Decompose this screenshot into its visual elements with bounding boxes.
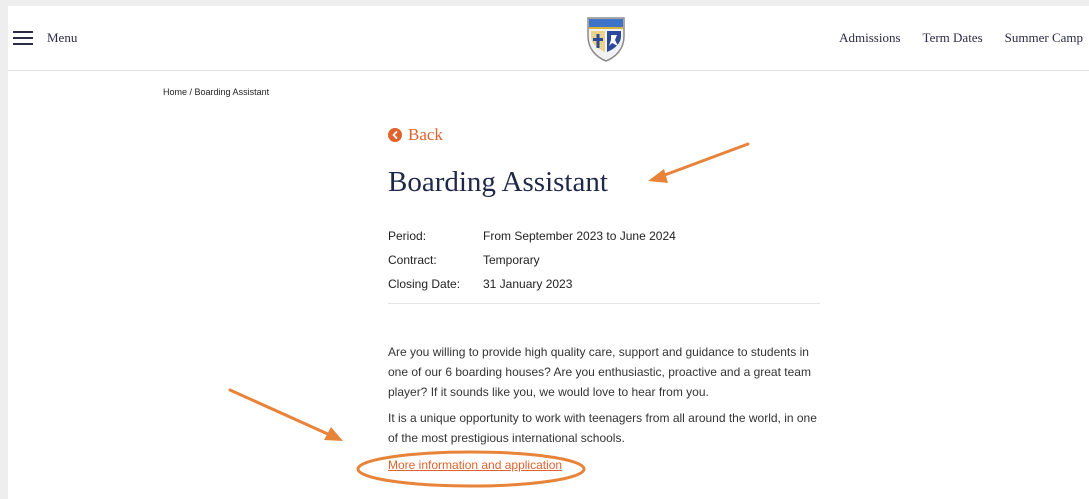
breadcrumb-current: Boarding Assistant (194, 87, 270, 97)
top-navigation: Admissions Term Dates Summer Camp (839, 30, 1083, 46)
detail-value: From September 2023 to June 2024 (483, 229, 676, 243)
site-header: Menu Admissions Term Dates Summer Camp (8, 6, 1089, 71)
page: Menu Admissions Term Dates Summer Camp H… (8, 6, 1089, 499)
detail-label: Period: (388, 229, 427, 243)
breadcrumb: Home / Boarding Assistant (163, 87, 269, 97)
more-information-link[interactable]: More information and application (388, 458, 562, 472)
section-divider (388, 303, 820, 304)
detail-row-contract: Contract: Temporary (388, 248, 676, 272)
back-link[interactable]: Back (388, 125, 443, 145)
page-title: Boarding Assistant (388, 166, 608, 198)
description-paragraph: It is a unique opportunity to work with … (388, 411, 817, 445)
nav-summer-camp[interactable]: Summer Camp (1005, 30, 1083, 46)
detail-row-period: Period: From September 2023 to June 2024 (388, 224, 676, 248)
nav-admissions[interactable]: Admissions (839, 30, 900, 46)
chevron-left-circle-icon (388, 128, 402, 142)
detail-label: Contract: (388, 253, 437, 267)
detail-value: 31 January 2023 (483, 277, 573, 291)
menu-label: Menu (47, 30, 78, 45)
detail-row-closing-date: Closing Date: 31 January 2023 (388, 272, 676, 296)
breadcrumb-home[interactable]: Home (163, 87, 187, 97)
breadcrumb-separator: / (187, 87, 195, 97)
school-crest-logo[interactable] (586, 16, 626, 62)
hamburger-icon (13, 30, 33, 46)
description-paragraph: Are you willing to provide high quality … (388, 345, 811, 399)
detail-label: Closing Date: (388, 277, 461, 291)
back-label: Back (408, 125, 443, 144)
nav-term-dates[interactable]: Term Dates (923, 30, 983, 46)
job-details: Period: From September 2023 to June 2024… (388, 224, 676, 296)
menu-button[interactable]: Menu (13, 26, 77, 50)
detail-value: Temporary (483, 253, 540, 267)
